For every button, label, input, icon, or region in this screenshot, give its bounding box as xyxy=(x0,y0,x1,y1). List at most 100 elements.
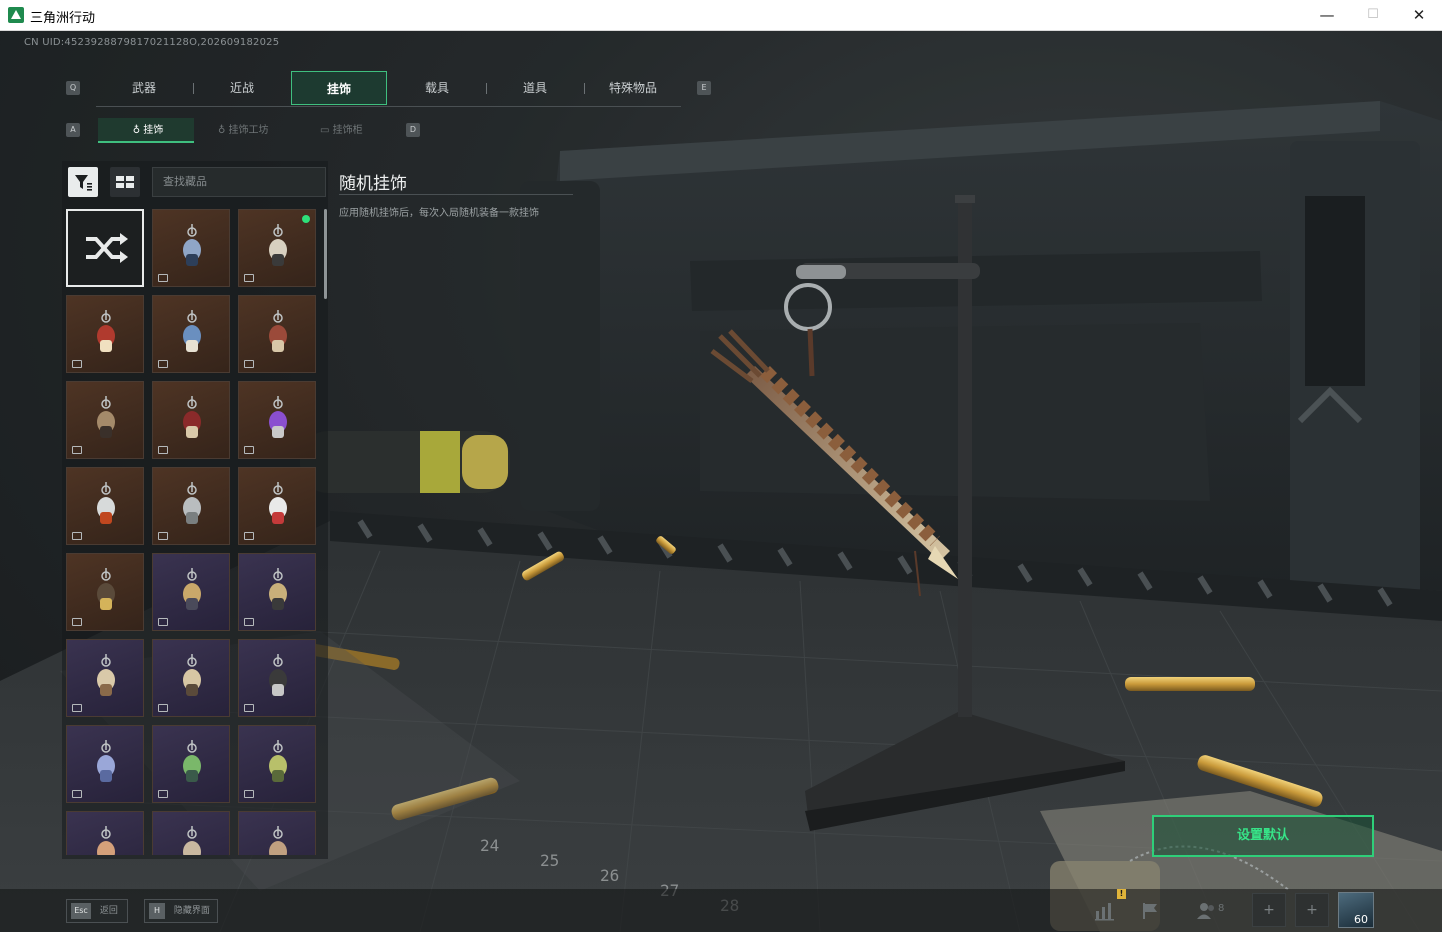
preview-image-icon xyxy=(72,360,82,368)
charm-tile[interactable] xyxy=(152,381,230,459)
preview-image-icon xyxy=(244,532,254,540)
charm-tile[interactable] xyxy=(238,381,316,459)
charm-tile[interactable] xyxy=(238,811,316,855)
charm-thumbnail-icon xyxy=(269,310,287,352)
charm-tile[interactable] xyxy=(66,467,144,545)
minimize-button[interactable]: — xyxy=(1304,0,1350,31)
squad-slot-2[interactable]: + xyxy=(1295,893,1329,927)
charm-tile[interactable] xyxy=(152,811,230,855)
flag-icon[interactable] xyxy=(1140,901,1162,921)
set-default-button[interactable]: 设置默认 xyxy=(1152,815,1374,857)
grid-scrollbar[interactable] xyxy=(324,209,327,299)
subtab-charm-cabinet-label: 挂饰柜 xyxy=(332,125,363,136)
search-input[interactable]: 查找藏品 xyxy=(152,167,326,197)
tab-charms[interactable]: 挂饰 xyxy=(291,71,387,105)
charm-tile[interactable] xyxy=(66,553,144,631)
squad-slot-1[interactable]: + xyxy=(1252,893,1286,927)
charm-thumbnail-icon xyxy=(269,826,287,855)
preview-image-icon xyxy=(244,274,254,282)
friends-icon[interactable]: 8 xyxy=(1196,901,1236,921)
charm-thumbnail-icon xyxy=(183,568,201,610)
charm-thumbnail-icon xyxy=(97,396,115,438)
preview-image-icon xyxy=(158,274,168,282)
tab-special-items[interactable]: 特殊物品 xyxy=(585,71,681,105)
close-button[interactable]: ✕ xyxy=(1396,0,1442,31)
charm-icon: ♁ xyxy=(132,125,144,136)
preview-image-icon xyxy=(244,446,254,454)
prev-subtab-key-hint[interactable]: A xyxy=(66,123,80,137)
next-tab-key-hint[interactable]: E xyxy=(697,81,711,95)
charm-thumbnail-icon xyxy=(269,654,287,696)
charm-workshop-icon: ♁ xyxy=(218,125,229,136)
subtab-charm-cabinet[interactable]: ▭ 挂饰柜 xyxy=(316,118,363,143)
random-charm-tile[interactable] xyxy=(66,209,144,287)
subtab-charm-workshop[interactable]: ♁ 挂饰工坊 xyxy=(214,118,269,143)
charm-tile[interactable] xyxy=(152,209,230,287)
preview-image-icon xyxy=(244,618,254,626)
charm-thumbnail-icon xyxy=(183,310,201,352)
charm-tile[interactable] xyxy=(238,295,316,373)
tab-vehicles[interactable]: 载具 xyxy=(389,71,485,105)
subtab-charm-workshop-label: 挂饰工坊 xyxy=(228,125,269,136)
subtab-charms[interactable]: ♁ 挂饰 xyxy=(98,118,194,143)
tab-items[interactable]: 道具 xyxy=(487,71,583,105)
filter-button[interactable] xyxy=(68,167,98,197)
preview-image-icon xyxy=(158,618,168,626)
charm-tile[interactable] xyxy=(238,553,316,631)
preview-image-icon xyxy=(244,360,254,368)
preview-image-icon xyxy=(244,704,254,712)
charm-tile[interactable] xyxy=(66,725,144,803)
tab-melee[interactable]: 近战 xyxy=(194,71,290,105)
cabinet-icon: ▭ xyxy=(320,125,333,136)
charm-tile[interactable] xyxy=(66,295,144,373)
charm-thumbnail-icon xyxy=(183,224,201,266)
charm-thumbnail-icon xyxy=(269,224,287,266)
app-window: 三角洲行动 — ☐ ✕ 24 25 26 CN UID:452392887981… xyxy=(0,0,1442,932)
charm-tile[interactable] xyxy=(66,639,144,717)
charm-thumbnail-icon xyxy=(269,568,287,610)
new-item-dot xyxy=(302,215,310,223)
charm-tile[interactable] xyxy=(152,639,230,717)
back-button[interactable]: Esc 返回 xyxy=(66,899,128,923)
svg-text:26: 26 xyxy=(600,866,619,885)
charm-tile[interactable] xyxy=(238,209,316,287)
detail-title: 随机挂饰 xyxy=(339,174,407,194)
back-label: 返回 xyxy=(99,906,118,916)
charm-thumbnail-icon xyxy=(97,740,115,782)
window-titlebar: 三角洲行动 — ☐ ✕ xyxy=(0,0,1442,31)
charm-thumbnail-icon xyxy=(183,396,201,438)
preview-image-icon xyxy=(72,446,82,454)
preview-image-icon xyxy=(158,790,168,798)
charm-tile[interactable] xyxy=(152,553,230,631)
charm-thumbnail-icon xyxy=(183,740,201,782)
charm-tile[interactable] xyxy=(66,811,144,855)
uid-watermark: CN UID:4523928879817021128O,202609182025 xyxy=(24,37,280,48)
category-tabbar: Q 武器 近战 挂饰 载具 道具 特殊物品 E xyxy=(66,71,716,107)
charm-tile[interactable] xyxy=(152,295,230,373)
charm-thumbnail-icon xyxy=(97,826,115,855)
prev-tab-key-hint[interactable]: Q xyxy=(66,81,80,95)
hide-ui-button[interactable]: H 隐藏界面 xyxy=(144,899,218,923)
stats-icon[interactable] xyxy=(1094,901,1116,921)
charm-tile[interactable] xyxy=(238,467,316,545)
charm-tile[interactable] xyxy=(66,381,144,459)
charm-tile[interactable] xyxy=(152,467,230,545)
charm-tile[interactable] xyxy=(152,725,230,803)
charm-thumbnail-icon xyxy=(97,310,115,352)
preview-image-icon xyxy=(158,704,168,712)
maximize-button[interactable]: ☐ xyxy=(1350,0,1396,31)
bottom-bar: Esc 返回 H 隐藏界面 ! 8 + + 60 xyxy=(0,889,1442,932)
notice-badge: ! xyxy=(1117,889,1126,899)
charm-tile[interactable] xyxy=(238,639,316,717)
charm-tile[interactable] xyxy=(238,725,316,803)
svg-text:25: 25 xyxy=(540,851,559,870)
tab-weapons[interactable]: 武器 xyxy=(96,71,192,105)
filter-icon xyxy=(75,175,92,191)
detail-description: 应用随机挂饰后，每次入局随机装备一款挂饰 xyxy=(339,208,539,219)
detail-divider xyxy=(339,194,573,195)
charm-thumbnail-icon xyxy=(183,826,201,855)
charm-thumbnail-icon xyxy=(97,482,115,524)
grid-view-button[interactable] xyxy=(110,167,140,197)
next-subtab-key-hint[interactable]: D xyxy=(406,123,420,137)
preview-image-icon xyxy=(72,790,82,798)
